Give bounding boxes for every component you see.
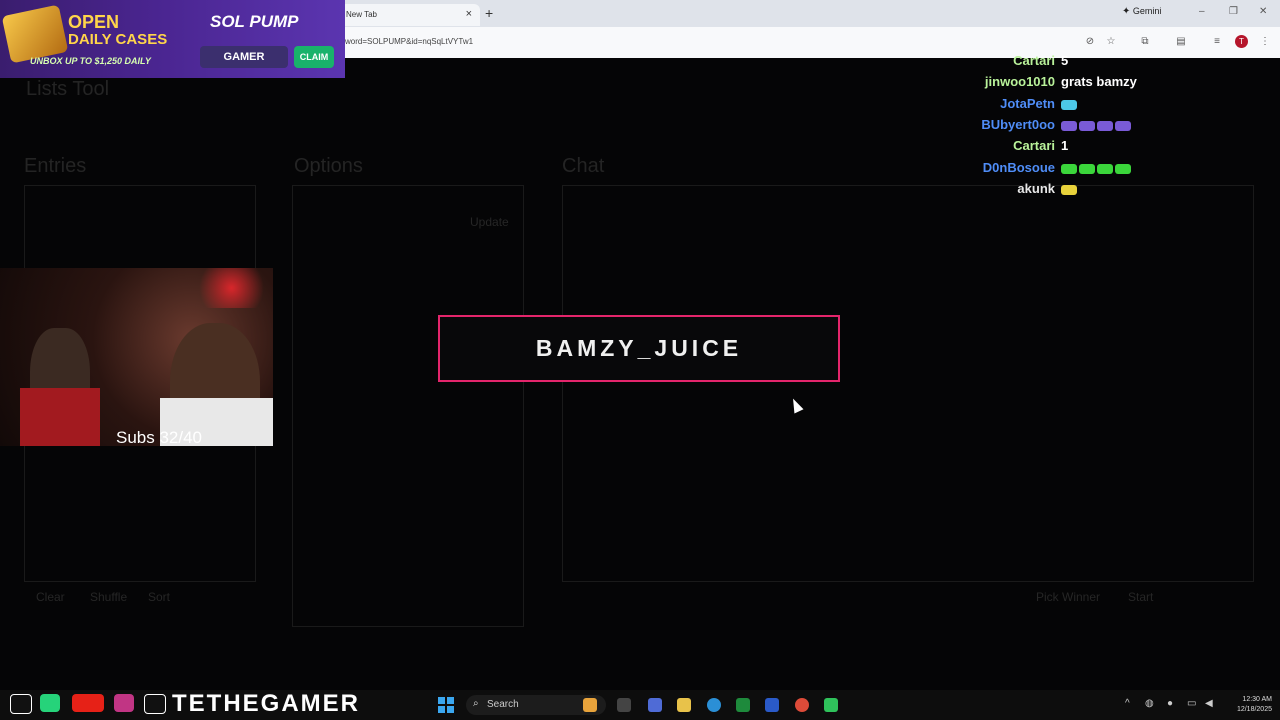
bookmark-star-icon[interactable]: ☆ — [1105, 36, 1117, 48]
chat-message — [1061, 117, 1133, 134]
options-panel — [292, 185, 524, 627]
chat-emote-icon — [1061, 185, 1077, 195]
clear-button[interactable]: Clear — [36, 590, 65, 604]
chat-username: jinwoo1010 — [984, 74, 1055, 89]
store-icon[interactable] — [765, 698, 779, 712]
edge-icon[interactable] — [707, 698, 721, 712]
chat-username: akunk — [1017, 181, 1055, 196]
gemini-button[interactable]: ✦ Gemini — [1122, 6, 1161, 17]
subs-counter: Subs 32/40 — [116, 428, 203, 447]
gemini-label: Gemini — [1132, 6, 1162, 16]
file-explorer-icon[interactable] — [677, 698, 691, 712]
chat-message — [1061, 181, 1079, 198]
maximize-button[interactable]: ❐ — [1229, 6, 1238, 17]
chat-emote-icon — [1097, 121, 1113, 131]
chat-username: JotaPetn — [1000, 96, 1055, 111]
chat-message: 5 — [1061, 53, 1069, 68]
profile-avatar[interactable]: T — [1235, 35, 1248, 48]
promo-cases-text: DAILY CASES — [68, 31, 168, 48]
section-chat: Chat — [562, 155, 605, 177]
chat-emote-icon — [1079, 164, 1095, 174]
section-options: Options — [294, 155, 363, 177]
network-icon[interactable]: ◍ — [1145, 698, 1154, 709]
chat-emote-icon — [1097, 164, 1113, 174]
claim-button[interactable]: CLAIM — [294, 46, 334, 68]
task-view-icon[interactable] — [617, 698, 631, 712]
menu-icon[interactable]: ⋮ — [1259, 36, 1271, 48]
chat-emote-icon — [1079, 121, 1095, 131]
chat-message: grats bamzy — [1061, 74, 1137, 89]
chat-panel — [562, 185, 1254, 582]
app-icon[interactable] — [824, 698, 838, 712]
section-entries: Entries — [24, 155, 87, 177]
mic-icon[interactable]: ● — [1167, 698, 1173, 709]
chat-emote-icon — [1061, 100, 1077, 110]
chat-username: D0nBosoue — [982, 160, 1055, 175]
system-clock[interactable]: 12:30 AM 12/18/2025 — [1226, 695, 1272, 715]
chat-emote-icon — [1061, 164, 1077, 174]
promo-banner[interactable]: OPEN DAILY CASES UNBOX UP TO $1,250 DAIL… — [0, 0, 345, 78]
chat-message — [1061, 160, 1133, 177]
red-light — [190, 268, 273, 308]
sidebar-icon[interactable]: ▤ — [1175, 36, 1187, 48]
pick-winner-button[interactable]: Pick Winner — [1036, 590, 1100, 604]
search-icon: ⌕ — [473, 698, 479, 709]
new-tab-button[interactable]: + — [485, 5, 493, 21]
shuffle-button[interactable]: Shuffle — [90, 590, 127, 604]
widgets-icon[interactable] — [583, 698, 597, 712]
chat-username: Cartari — [1013, 53, 1055, 68]
tab-new-tab[interactable]: New Tab × — [340, 4, 480, 26]
solpump-logo: SOL PUMP — [210, 12, 299, 31]
instagram-icon — [114, 694, 134, 712]
page-title: Lists Tool — [26, 78, 110, 100]
chrome-icon[interactable] — [795, 698, 809, 712]
copilot-icon[interactable] — [648, 698, 662, 712]
chat-username: BUbyert0oo — [981, 117, 1055, 132]
tray-chevron-icon[interactable]: ^ — [1125, 698, 1130, 709]
camera-off-icon[interactable]: ⊘ — [1084, 36, 1096, 48]
search-label: Search — [487, 699, 519, 710]
x-icon — [10, 694, 32, 714]
url-field[interactable]: word=SOLPUMP&id=nqSqLtVYTw1 — [345, 37, 473, 46]
winner-name: BAMZY_JUICE — [535, 335, 743, 361]
tab-search-icon[interactable]: ≡ — [1211, 36, 1223, 48]
clock-date: 12/18/2025 — [1236, 706, 1272, 713]
chat-emote-icon — [1115, 164, 1131, 174]
clock-time: 12:30 AM — [1242, 696, 1272, 703]
tiktok-icon — [144, 694, 166, 714]
channel-name: TETHEGAMER — [172, 690, 360, 717]
webcam-feed — [0, 268, 273, 446]
kick-icon — [40, 694, 60, 712]
windows-start-icon[interactable] — [438, 697, 454, 713]
chat-emote-icon — [1061, 121, 1077, 131]
chat-message: 1 — [1061, 138, 1069, 153]
usa-shirt — [20, 388, 100, 446]
promo-unbox-text: UNBOX UP TO $1,250 DAILY — [30, 56, 151, 66]
treasure-chest-icon — [1, 4, 69, 64]
chat-username: Cartari — [1013, 138, 1055, 153]
chat-emote-icon — [1115, 121, 1131, 131]
update-button[interactable]: Update — [470, 215, 509, 229]
promo-open-text: OPEN — [68, 12, 120, 32]
tab-title: New Tab — [346, 10, 377, 19]
tab-close-icon[interactable]: × — [466, 8, 472, 20]
chat-message — [1061, 96, 1079, 113]
display-icon[interactable]: ▭ — [1187, 698, 1196, 709]
extensions-icon[interactable]: ⧉ — [1139, 36, 1151, 48]
close-window-button[interactable]: ✕ — [1259, 6, 1267, 17]
xbox-icon[interactable] — [736, 698, 750, 712]
minimize-button[interactable]: – — [1199, 6, 1205, 17]
volume-icon[interactable]: ◀ — [1205, 698, 1213, 709]
promo-code-box: GAMER — [200, 46, 288, 68]
start-button[interactable]: Start — [1128, 590, 1153, 604]
youtube-icon — [72, 694, 104, 712]
sparkle-icon: ✦ — [1122, 6, 1131, 17]
sort-button[interactable]: Sort — [148, 590, 170, 604]
winner-banner: BAMZY_JUICE — [438, 315, 840, 382]
